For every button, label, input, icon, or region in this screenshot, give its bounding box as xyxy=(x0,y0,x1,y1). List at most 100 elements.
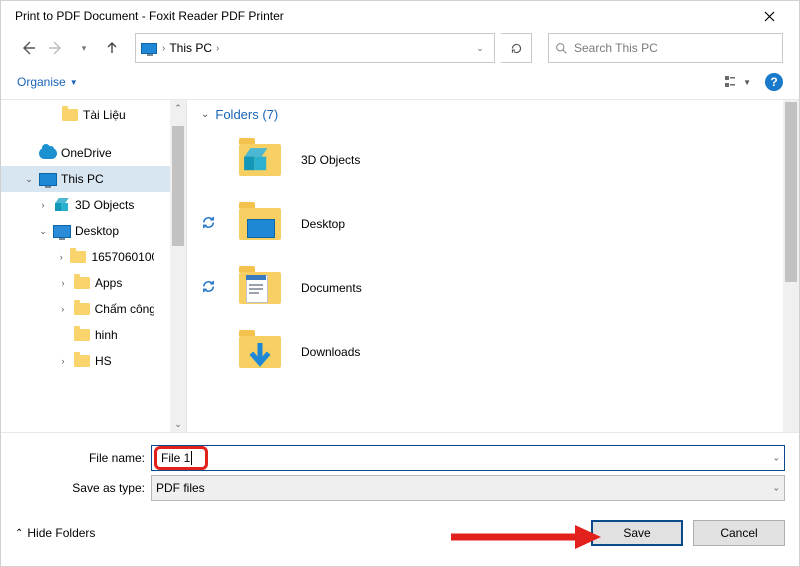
folder-icon xyxy=(237,265,283,311)
arrow-left-icon xyxy=(20,40,36,56)
breadcrumb-segment[interactable]: This PC xyxy=(169,41,212,55)
dialog-body: ⌃ Tài Liệu OneDrive ⌄This PC › 3D Objects ⌄ De… xyxy=(1,100,799,432)
view-icon xyxy=(725,75,741,89)
chevron-down-icon: ▾ xyxy=(82,43,87,54)
view-options-button[interactable]: ▼ xyxy=(725,75,751,89)
folders-section-label: Folders (7) xyxy=(215,107,278,122)
chevron-down-icon: ⌄ xyxy=(772,483,780,494)
tree-item[interactable]: OneDrive xyxy=(1,140,170,166)
expand-toggle[interactable]: › xyxy=(57,356,69,366)
save-fields: File name: File 1 ⌄ Save as type: PDF fi… xyxy=(1,432,799,507)
expand-toggle[interactable]: › xyxy=(37,200,49,210)
breadcrumb-dropdown[interactable]: ⌄ xyxy=(470,43,490,54)
annotation-arrow xyxy=(451,525,601,549)
filename-value: File 1 xyxy=(156,451,190,465)
expand-toggle[interactable]: › xyxy=(57,252,65,262)
thispc-icon xyxy=(140,39,158,57)
text-cursor xyxy=(191,451,192,465)
organise-label: Organise xyxy=(17,75,66,89)
hide-folders-label: Hide Folders xyxy=(27,526,95,540)
help-button[interactable]: ? xyxy=(765,73,783,91)
tree-item[interactable]: ⌄ Desktop xyxy=(1,218,170,244)
tree-item[interactable]: › Chấm công xyxy=(1,296,170,322)
dialog-actions: ⌃ Hide Folders Save Cancel xyxy=(1,507,799,559)
saveastype-select[interactable]: PDF files ⌄ xyxy=(151,475,785,501)
folder-icon xyxy=(237,137,283,183)
chevron-down-icon[interactable]: ⌄ xyxy=(772,453,780,464)
save-dialog: Print to PDF Document - Foxit Reader PDF… xyxy=(0,0,800,567)
onedrive-icon xyxy=(39,144,57,162)
folder-icon xyxy=(237,201,283,247)
folder-item[interactable]: Documents xyxy=(201,256,783,320)
folder-item[interactable]: Desktop xyxy=(201,192,783,256)
cancel-button[interactable]: Cancel xyxy=(693,520,785,546)
folders-section-header[interactable]: ⌄ Folders (7) xyxy=(201,100,783,128)
folder-icon xyxy=(69,248,87,266)
refresh-icon xyxy=(510,42,523,55)
sync-icon xyxy=(201,279,219,297)
folder-label: 3D Objects xyxy=(301,153,360,167)
folder-item[interactable]: 3D Objects xyxy=(201,128,783,192)
hide-folders-button[interactable]: ⌃ Hide Folders xyxy=(15,526,95,540)
tree-item-label: 1657060100_Hà xyxy=(91,250,154,264)
tree-item-label: Apps xyxy=(95,276,122,290)
save-button-label: Save xyxy=(623,526,650,540)
tree-item[interactable]: ⌄This PC xyxy=(1,166,170,192)
tree-item[interactable]: › 3D Objects xyxy=(1,192,170,218)
main-scrollbar[interactable] xyxy=(783,100,799,432)
tree-item-label: 3D Objects xyxy=(75,198,134,212)
tree-item[interactable]: ›HS xyxy=(1,348,170,374)
search-input[interactable]: Search This PC xyxy=(548,33,783,63)
organise-menu[interactable]: Organise ▼ xyxy=(17,75,78,89)
folder-icon xyxy=(61,106,79,124)
tree-scroll-up[interactable]: ⌃ xyxy=(170,100,186,116)
close-button[interactable] xyxy=(749,1,789,31)
tree-item[interactable]: › Apps xyxy=(1,270,170,296)
desktop-icon xyxy=(53,222,71,240)
tree-item[interactable]: Tài Liệu xyxy=(1,102,170,128)
file-view: ⌄ Folders (7) 3D Objects Desktop Documents… xyxy=(187,100,799,432)
close-icon xyxy=(764,11,775,22)
arrow-up-icon xyxy=(105,41,119,55)
tree-item-label: Desktop xyxy=(75,224,119,238)
expand-toggle[interactable]: ⌄ xyxy=(23,174,35,185)
search-placeholder: Search This PC xyxy=(574,41,658,55)
window-title: Print to PDF Document - Foxit Reader PDF… xyxy=(15,9,749,23)
chevron-up-icon: ⌃ xyxy=(174,103,182,114)
triangle-down-icon: ▼ xyxy=(70,78,78,87)
folder-item[interactable]: Downloads xyxy=(201,320,783,384)
nav-back-button[interactable] xyxy=(17,37,39,59)
chevron-right-icon: › xyxy=(162,43,165,54)
chevron-down-icon: ⌄ xyxy=(476,43,484,54)
chevron-down-icon: ⌄ xyxy=(174,419,182,430)
arrow-right-icon xyxy=(48,40,64,56)
refresh-button[interactable] xyxy=(501,33,532,63)
folder-label: Downloads xyxy=(301,345,360,359)
help-icon: ? xyxy=(770,75,777,89)
tree-item[interactable]: › 1657060100_Hà xyxy=(1,244,170,270)
folder-icon xyxy=(73,300,91,318)
filename-label: File name: xyxy=(15,451,151,465)
expand-toggle[interactable]: › xyxy=(57,278,69,288)
tree-item-label: OneDrive xyxy=(61,146,112,160)
folder-icon xyxy=(237,329,283,375)
folder-icon xyxy=(73,274,91,292)
filename-input[interactable]: File 1 ⌄ xyxy=(151,445,785,471)
nav-up-button[interactable] xyxy=(101,37,123,59)
recent-locations-button[interactable]: ▾ xyxy=(73,37,95,59)
breadcrumb[interactable]: › This PC › ⌄ xyxy=(135,33,495,63)
expand-toggle[interactable]: ⌄ xyxy=(37,226,49,237)
tree-scroll-down[interactable]: ⌄ xyxy=(170,416,186,432)
nav-forward-button[interactable] xyxy=(45,37,67,59)
thispc-icon xyxy=(39,170,57,188)
save-button[interactable]: Save xyxy=(591,520,683,546)
scroll-thumb[interactable] xyxy=(785,102,797,282)
scroll-thumb[interactable] xyxy=(172,126,184,246)
tree-item-label: Chấm công xyxy=(95,302,154,316)
tree-scrollbar[interactable] xyxy=(170,116,186,416)
tree-item[interactable]: hinh xyxy=(1,322,170,348)
expand-toggle[interactable]: › xyxy=(57,304,69,314)
chevron-down-icon: ⌄ xyxy=(201,109,209,120)
navbar: ▾ › This PC › ⌄ Search This PC xyxy=(1,31,799,65)
folder-label: Desktop xyxy=(301,217,345,231)
